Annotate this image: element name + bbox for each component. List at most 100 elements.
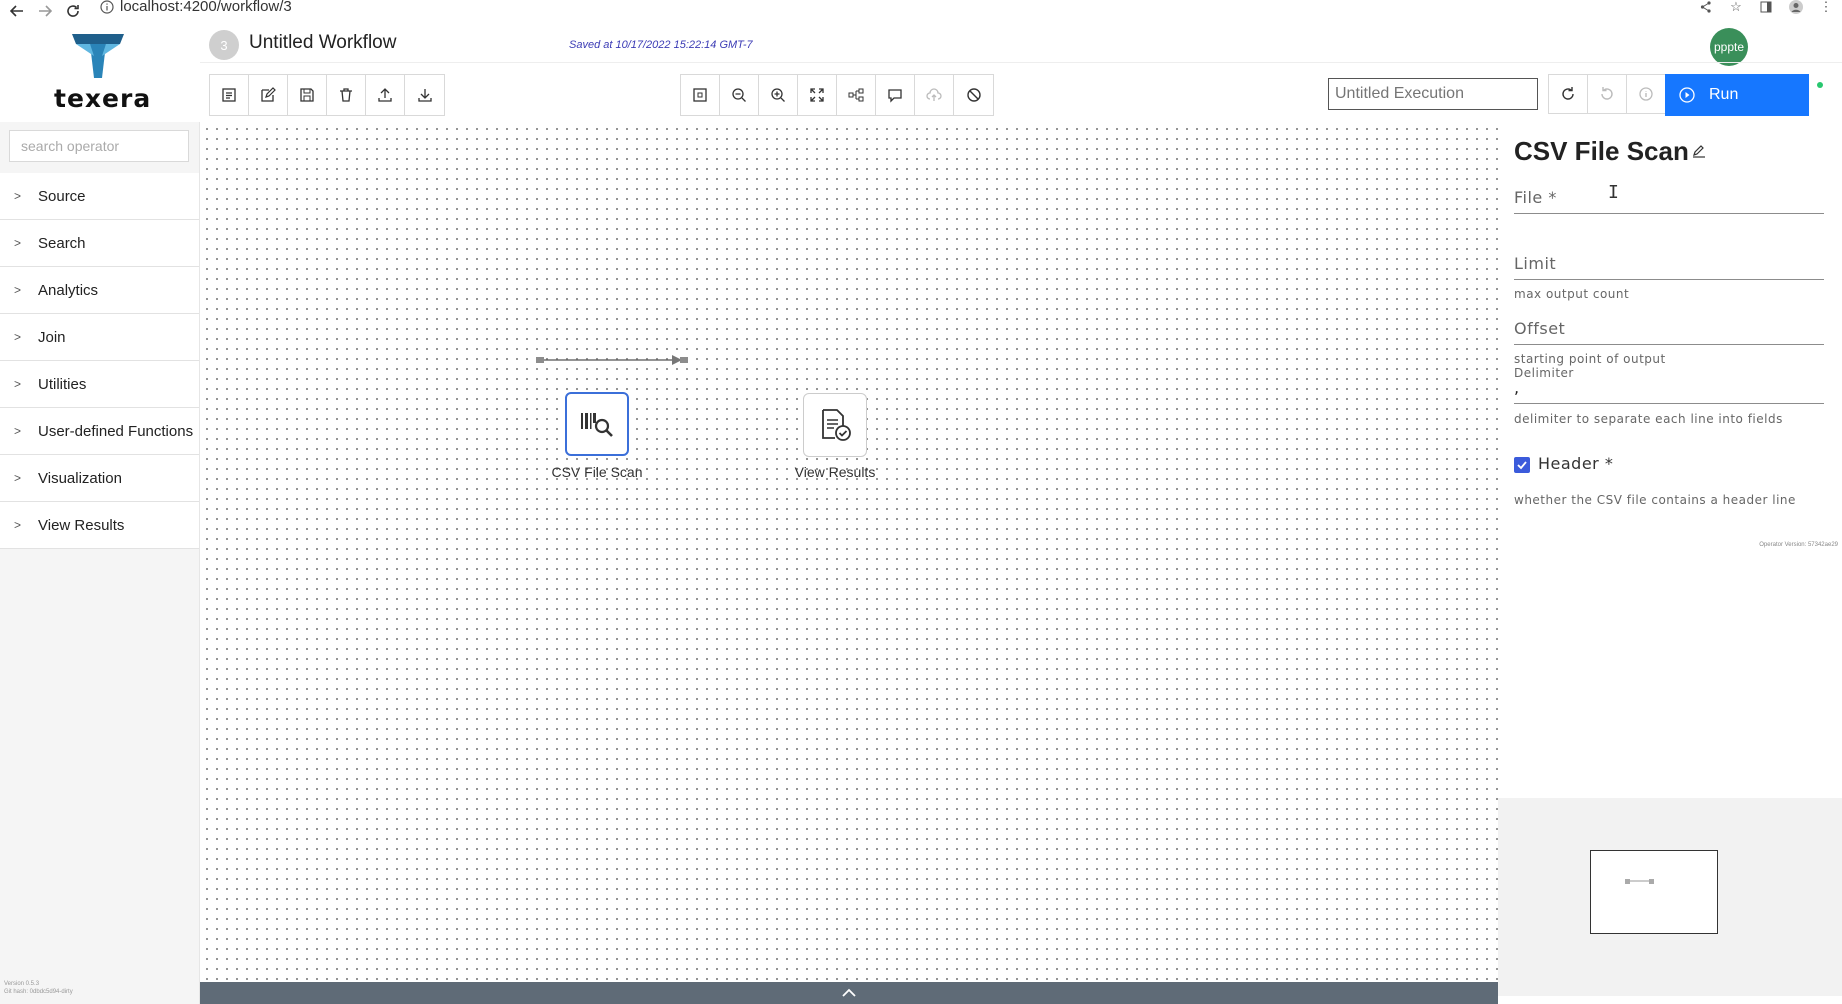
browser-menu-icon[interactable]: ⋮: [1818, 0, 1834, 14]
info-button[interactable]: [1626, 74, 1665, 114]
run-controls: Run: [1548, 74, 1809, 116]
minimap-area: [1498, 798, 1842, 996]
upload-icon: [378, 88, 392, 102]
zoom-in-icon: [771, 88, 785, 102]
user-avatar[interactable]: pppte: [1710, 28, 1748, 66]
view-results-icon: [822, 409, 851, 441]
auto-layout-button[interactable]: [837, 75, 876, 115]
save-button[interactable]: [288, 75, 327, 115]
sidebar-item-analytics[interactable]: > Analytics: [0, 267, 199, 314]
chevron-right-icon: >: [14, 189, 22, 203]
operator-csv-file-scan[interactable]: [565, 392, 629, 456]
delimiter-value: ,: [1514, 378, 1520, 397]
header-hint: whether the CSV file contains a header l…: [1514, 493, 1796, 507]
run-button[interactable]: Run: [1665, 74, 1809, 116]
side-panel-icon[interactable]: [1758, 0, 1774, 14]
limit-field[interactable]: Limit: [1514, 254, 1824, 280]
delimiter-field[interactable]: ,: [1514, 378, 1824, 404]
profile-icon[interactable]: [1788, 0, 1804, 14]
operator-sidebar: texera > Source > Search > Analytics > Join …: [0, 22, 200, 1004]
operator-link[interactable]: [536, 352, 688, 368]
header-checkbox[interactable]: [1514, 457, 1530, 473]
undo-button[interactable]: [1587, 74, 1626, 114]
chevron-right-icon: >: [14, 471, 22, 485]
sidebar-item-search[interactable]: > Search: [0, 220, 199, 267]
chevron-right-icon: >: [14, 236, 22, 250]
offset-field[interactable]: Offset: [1514, 319, 1824, 345]
cloud-upload-icon: [926, 88, 942, 101]
undo-icon: [1601, 87, 1613, 100]
operator-title: CSV File Scan: [1514, 136, 1689, 166]
offset-hint: starting point of output: [1514, 352, 1666, 366]
saved-status: Saved at 10/17/2022 15:22:14 GMT-7: [569, 39, 753, 51]
edit-icon: [261, 87, 276, 102]
offset-label: Offset: [1514, 319, 1566, 338]
fit-screen-button[interactable]: [681, 75, 720, 115]
fullscreen-icon: [810, 88, 824, 102]
download-button[interactable]: [405, 75, 444, 115]
property-editor-panel: CSV File Scan File * Limit max output co…: [1498, 122, 1842, 798]
sidebar-item-source[interactable]: > Source: [0, 173, 199, 220]
site-info-icon[interactable]: [100, 0, 114, 14]
cloud-upload-button[interactable]: [915, 75, 954, 115]
workflow-canvas[interactable]: CSV File Scan View Results: [200, 122, 1498, 982]
execution-name-input[interactable]: [1328, 78, 1538, 110]
back-icon[interactable]: [6, 0, 28, 22]
edit-title-icon[interactable]: [1692, 144, 1706, 158]
address-bar[interactable]: localhost:4200/workflow/3: [100, 0, 292, 15]
limit-hint: max output count: [1514, 287, 1630, 301]
forward-icon[interactable]: [34, 0, 56, 22]
sidebar-item-label: Source: [38, 187, 86, 205]
sidebar-item-join[interactable]: > Join: [0, 314, 199, 361]
save-icon: [300, 88, 314, 102]
chevron-right-icon: >: [14, 283, 22, 297]
zoom-in-button[interactable]: [759, 75, 798, 115]
refresh-button[interactable]: [1548, 74, 1587, 114]
texera-logo: texera: [0, 22, 200, 122]
minimap[interactable]: [1590, 850, 1718, 934]
sidebar-item-label: Search: [38, 234, 86, 252]
browser-bar: localhost:4200/workflow/3 ☆ ⋮: [0, 0, 1842, 22]
output-port[interactable]: [536, 357, 544, 363]
chevron-up-icon: [842, 988, 856, 997]
canvas-controls-toolbar: [680, 74, 994, 116]
header-divider: [200, 62, 1842, 63]
reload-icon[interactable]: [62, 0, 84, 22]
sidebar-item-visualization[interactable]: > Visualization: [0, 455, 199, 502]
sidebar-item-label: User-defined Functions: [38, 422, 194, 440]
upload-button[interactable]: [366, 75, 405, 115]
bookmark-star-icon[interactable]: ☆: [1728, 0, 1744, 14]
input-port[interactable]: [680, 357, 688, 363]
file-label: File *: [1514, 188, 1557, 207]
zoom-out-button[interactable]: [720, 75, 759, 115]
chevron-right-icon: >: [14, 424, 22, 438]
disable-button[interactable]: [954, 75, 993, 115]
comment-button[interactable]: [876, 75, 915, 115]
sidebar-item-udf[interactable]: > User-defined Functions: [0, 408, 199, 455]
operator-view-results[interactable]: [803, 393, 867, 457]
fullscreen-button[interactable]: [798, 75, 837, 115]
document-icon: [222, 88, 236, 102]
limit-label: Limit: [1514, 254, 1557, 273]
sidebar-item-view-results[interactable]: > View Results: [0, 502, 199, 549]
sidebar-item-utilities[interactable]: > Utilities: [0, 361, 199, 408]
document-button[interactable]: [210, 75, 249, 115]
operator-menu: > Source > Search > Analytics > Join > Utilit…: [0, 173, 199, 549]
operator-label: CSV File Scan: [551, 464, 643, 480]
git-hash-text: Git hash: 0dbdc5d94-dirty: [4, 989, 73, 995]
download-icon: [417, 89, 432, 102]
delimiter-hint: delimiter to separate each line into fie…: [1514, 412, 1783, 426]
file-field[interactable]: File *: [1514, 188, 1824, 214]
delete-button[interactable]: [327, 75, 366, 115]
disable-icon: [966, 88, 981, 102]
workflow-title[interactable]: Untitled Workflow: [249, 32, 396, 54]
edit-button[interactable]: [249, 75, 288, 115]
chevron-right-icon: >: [14, 330, 22, 344]
workflow-header: 3 Untitled Workflow Saved at 10/17/2022 …: [200, 22, 1842, 122]
result-panel-toggle[interactable]: [200, 982, 1498, 1004]
share-icon[interactable]: [1698, 0, 1714, 14]
search-operator-input[interactable]: [9, 130, 189, 162]
connection-status-dot: [1817, 82, 1823, 88]
browser-actions: ☆ ⋮: [1698, 0, 1834, 14]
url-text: localhost:4200/workflow/3: [120, 0, 292, 15]
